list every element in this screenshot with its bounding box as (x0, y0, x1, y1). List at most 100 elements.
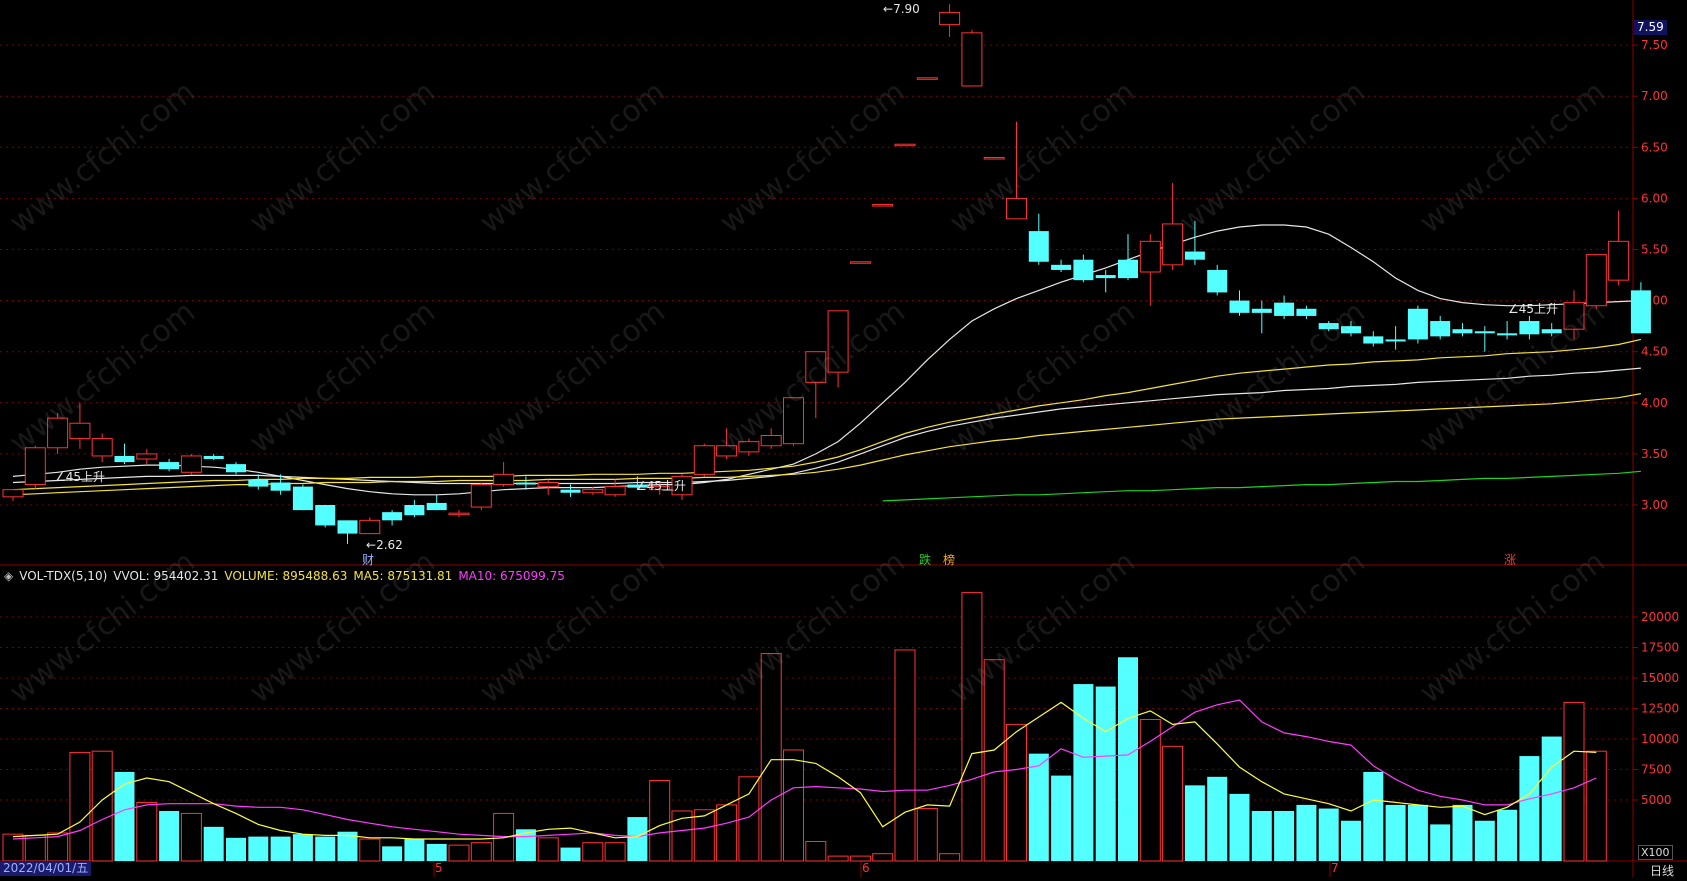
candle-body (2, 489, 24, 498)
candle (426, 494, 447, 511)
candle-body (1162, 223, 1184, 266)
volume-bar (470, 842, 492, 862)
candle-body (180, 455, 202, 473)
candle-body (1229, 300, 1250, 313)
candle (894, 143, 916, 147)
candle-body (114, 455, 135, 463)
candle (470, 482, 492, 511)
legend-toggle-icon[interactable]: ◈ (4, 569, 13, 583)
candle (983, 157, 1005, 160)
signal-label-1: ∠45上升 (55, 470, 106, 484)
volume-bar (560, 847, 581, 861)
volume-bar (382, 846, 403, 861)
candle-body (1207, 269, 1228, 293)
candle (1229, 290, 1250, 316)
volume-bar (24, 834, 46, 862)
volume-bar (1341, 820, 1361, 861)
candle-body (916, 77, 938, 80)
candle-body (315, 505, 336, 526)
volume-bar (1430, 824, 1451, 861)
volume-bar (1296, 804, 1317, 861)
candle-body (1630, 290, 1651, 334)
candle (939, 4, 961, 37)
price-tick-label: 3.50 (1641, 447, 1668, 461)
candle-body (894, 143, 916, 147)
volume-tick-label: 12500 (1641, 702, 1679, 716)
candle-body (226, 464, 246, 473)
volume-bar (69, 751, 91, 862)
candle (226, 462, 246, 475)
candle (961, 29, 983, 87)
volume-bar (1519, 756, 1540, 861)
flag-bang[interactable]: 榜 (941, 553, 957, 567)
volume-bar (136, 801, 158, 862)
volume-unit: X100 (1638, 845, 1673, 860)
candle (1474, 326, 1495, 352)
trough-price-label: ←2.62 (366, 538, 403, 552)
candle-body (693, 445, 715, 475)
peak-price-value: 7.90 (893, 2, 920, 16)
candle-body (470, 484, 492, 508)
candle (404, 499, 425, 518)
candle-body (1028, 231, 1049, 262)
candle-body (604, 486, 626, 496)
legend-ma10: MA10: 675099.75 (458, 569, 565, 583)
volume-bar (627, 817, 648, 861)
volume-bar (1563, 701, 1585, 862)
candle-body (69, 422, 91, 440)
peak-price-label: ←7.90 (883, 2, 920, 16)
legend-ma5: MA5: 875131.81 (353, 569, 453, 583)
candle-body (1274, 302, 1295, 316)
volume-bar (1251, 810, 1272, 861)
candle (1385, 326, 1406, 350)
candle-body (1385, 339, 1406, 342)
legend-vvol: VVOL: 954402.31 (113, 569, 219, 583)
candle (1051, 259, 1072, 272)
flag-cai[interactable]: 财 (360, 553, 376, 567)
candle (315, 505, 336, 528)
period-label[interactable]: 日线 (1650, 862, 1674, 879)
candle-body (1407, 308, 1428, 340)
volume-tick-label: 10000 (1641, 732, 1679, 746)
candle (1497, 321, 1518, 340)
candle (136, 448, 158, 465)
candle-body (136, 453, 158, 460)
volume-bar (226, 837, 246, 861)
x-axis-month-5: 5 (435, 861, 443, 875)
candle-body (1363, 336, 1384, 344)
volume-bar (359, 838, 381, 862)
trough-price-value: 2.62 (376, 538, 403, 552)
volume-tick-label: 20000 (1641, 610, 1679, 624)
candle (382, 510, 403, 526)
volume-legend: ◈ VOL-TDX(5,10) VVOL: 954402.31 VOLUME: 895… (4, 569, 571, 583)
candle-body (159, 462, 180, 470)
candle (180, 453, 202, 475)
volume-bar (1497, 809, 1518, 861)
candle-body (426, 502, 447, 511)
candle (1207, 264, 1228, 296)
volume-bar (270, 836, 291, 861)
candle-body (560, 489, 581, 493)
volume-bar (1095, 686, 1116, 861)
candle (1630, 282, 1651, 334)
candle (1251, 300, 1272, 334)
volume-tick-label: 7500 (1641, 763, 1672, 777)
flag-zhang[interactable]: 涨 (1502, 553, 1518, 567)
volume-bar (693, 809, 715, 862)
candle (1095, 269, 1116, 293)
candle (1139, 234, 1161, 306)
legend-indicator-name: VOL-TDX(5,10) (19, 569, 108, 583)
candle (1028, 213, 1049, 265)
candle-body (1474, 331, 1495, 334)
candle (1274, 295, 1295, 319)
volume-bar (1028, 753, 1049, 861)
candle-body (1051, 264, 1072, 270)
candle-body (1251, 308, 1272, 313)
volume-bar (1207, 776, 1228, 861)
volume-bar (426, 843, 447, 861)
volume-tick-label: 5000 (1641, 793, 1672, 807)
candle-body (1497, 333, 1518, 336)
flag-die[interactable]: 跌 (917, 553, 933, 567)
volume-bar (916, 808, 938, 862)
candle (872, 204, 894, 207)
